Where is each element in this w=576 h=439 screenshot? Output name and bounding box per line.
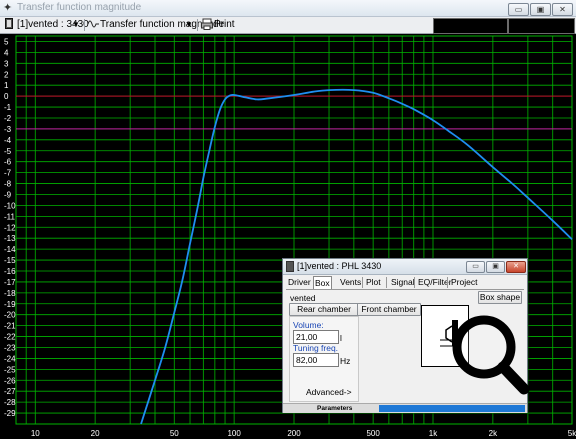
tuning-freq-input[interactable] (293, 353, 339, 367)
view-select-chevron-down-icon[interactable]: ▼ (185, 18, 193, 32)
tab-vents[interactable]: Vents (339, 276, 362, 288)
y-tick-label: -26 (4, 376, 16, 385)
magnifier-icon[interactable] (446, 311, 530, 395)
printer-icon[interactable] (201, 18, 213, 32)
y-tick-label: -28 (4, 398, 16, 407)
y-tick-label: -18 (4, 289, 16, 298)
tab-divider (447, 277, 448, 288)
y-tick-label: -7 (4, 169, 12, 178)
y-tick-label: -12 (4, 223, 16, 232)
y-tick-label: 3 (4, 59, 9, 68)
y-tick-label: -9 (4, 190, 12, 199)
box-dialog: [1]vented : PHL 3430 ▭ ▣ ✕ Driver Box Ve… (282, 258, 530, 413)
x-tick-label: 5k (568, 429, 576, 438)
x-tick-label: 50 (170, 429, 179, 438)
y-tick-label: -29 (4, 409, 16, 418)
y-tick-label: -23 (4, 343, 16, 352)
x-tick-label: 20 (91, 429, 100, 438)
y-tick-label: 5 (4, 37, 9, 46)
tab-project[interactable]: Project (450, 276, 478, 288)
y-tick-label: -17 (4, 278, 16, 287)
x-tick-label: 500 (366, 429, 380, 438)
close-button[interactable]: ✕ (552, 3, 573, 16)
x-tick-label: 200 (287, 429, 301, 438)
y-tick-label: -5 (4, 147, 12, 156)
tab-plot[interactable]: Plot (365, 276, 382, 288)
y-tick-label: 0 (4, 92, 9, 101)
driver-icon (5, 18, 13, 32)
tab-divider (386, 277, 387, 288)
readout-box (433, 18, 508, 34)
y-tick-label: -15 (4, 256, 16, 265)
x-tick-label: 100 (227, 429, 241, 438)
tuning-freq-label: Tuning freq. (293, 343, 339, 353)
waveform-icon (87, 18, 99, 32)
toolbar-divider (197, 19, 198, 31)
y-tick-label: -25 (4, 365, 16, 374)
toolbar: [1]vented : 3430 ▼ Transfer function mag… (0, 17, 576, 34)
maximize-button[interactable]: ▣ (530, 3, 551, 16)
y-tick-label: 4 (4, 48, 9, 57)
tab-signal[interactable]: Signal (390, 276, 416, 288)
dialog-maximize-button[interactable]: ▣ (486, 261, 505, 273)
main-window: ✦ Transfer function magnitude ▭ ▣ ✕ [1]v… (0, 0, 576, 439)
print-button[interactable]: Print (214, 18, 235, 32)
x-tick-label: 10 (31, 429, 40, 438)
y-tick-label: -6 (4, 158, 12, 167)
box-shape-button[interactable]: Box shape (478, 291, 522, 304)
front-chamber-button[interactable]: Front chamber (357, 303, 421, 316)
tab-strip-border (286, 289, 524, 290)
y-tick-label: -11 (4, 212, 16, 221)
y-tick-label: -22 (4, 333, 16, 342)
tab-driver[interactable]: Driver (287, 276, 312, 288)
y-tick-label: -3 (4, 125, 12, 134)
tuning-freq-unit: Hz (340, 356, 351, 366)
volume-unit: l (340, 333, 342, 343)
dialog-title-bar: [1]vented : PHL 3430 ▭ ▣ ✕ (283, 259, 527, 275)
window-title: Transfer function magnitude (17, 2, 142, 13)
driver-select-chevron-down-icon[interactable]: ▼ (72, 18, 80, 32)
volume-label: Volume: (293, 320, 324, 330)
y-tick-label: -10 (4, 201, 16, 210)
y-tick-label: 2 (4, 70, 9, 79)
y-tick-label: -16 (4, 267, 16, 276)
y-tick-label: -24 (4, 354, 16, 363)
y-tick-label: -14 (4, 245, 16, 254)
y-tick-label: -1 (4, 103, 12, 112)
readout-box (508, 18, 575, 34)
dialog-close-button[interactable]: ✕ (506, 261, 526, 273)
tab-divider (362, 277, 363, 288)
x-tick-label: 1k (429, 429, 438, 438)
minimize-button[interactable]: ▭ (508, 3, 529, 16)
y-tick-label: -2 (4, 114, 12, 123)
box-name-label: vented (290, 293, 316, 303)
x-tick-label: 2k (489, 429, 498, 438)
rear-chamber-panel: Volume: l Tuning freq. Hz Advanced-> (289, 316, 359, 402)
dialog-title: [1]vented : PHL 3430 (297, 261, 382, 271)
y-tick-label: -8 (4, 180, 12, 189)
y-tick-label: -13 (4, 234, 16, 243)
status-bar: Parameters (283, 403, 527, 413)
driver-icon (286, 261, 294, 272)
y-tick-label: -19 (4, 300, 16, 309)
progress-bar (379, 405, 525, 412)
dialog-minimize-button[interactable]: ▭ (466, 261, 485, 273)
y-tick-label: 1 (4, 81, 9, 90)
advanced-button[interactable]: Advanced-> (306, 387, 352, 397)
y-tick-label: -4 (4, 136, 12, 145)
app-icon: ✦ (3, 2, 13, 14)
volume-input[interactable] (293, 330, 339, 344)
y-tick-label: -21 (4, 322, 16, 331)
y-tick-label: -20 (4, 311, 16, 320)
y-tick-label: -27 (4, 387, 16, 396)
tab-divider (414, 277, 415, 288)
status-text: Parameters (317, 405, 353, 412)
toolbar-divider (84, 19, 85, 31)
tab-box[interactable]: Box (313, 276, 332, 290)
rear-chamber-button[interactable]: Rear chamber (289, 303, 359, 316)
title-bar: ✦ Transfer function magnitude ▭ ▣ ✕ (0, 0, 576, 17)
